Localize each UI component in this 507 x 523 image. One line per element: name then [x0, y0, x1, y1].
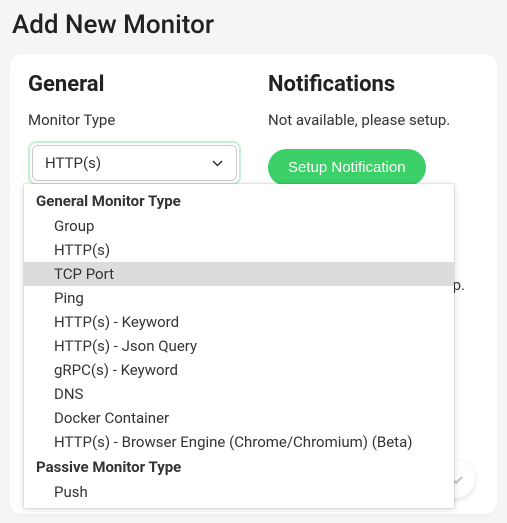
general-heading: General — [28, 72, 248, 97]
setup-notification-button[interactable]: Setup Notification — [268, 149, 426, 186]
page-title: Add New Monitor — [0, 0, 507, 54]
dropdown-option[interactable]: Push — [24, 480, 454, 504]
dropdown-option[interactable]: HTTP(s) - Json Query — [24, 334, 454, 358]
chevron-down-icon — [210, 156, 224, 170]
dropdown-option[interactable]: HTTP(s) — [24, 238, 454, 262]
notifications-status-text: Not available, please setup. — [268, 111, 479, 129]
dropdown-group-label: General Monitor Type — [24, 188, 454, 214]
monitor-form-card: General Monitor Type HTTP(s) Notificatio… — [10, 54, 497, 514]
dropdown-option[interactable]: DNS — [24, 382, 454, 406]
monitor-type-dropdown: General Monitor TypeGroupHTTP(s)TCP Port… — [24, 184, 454, 508]
monitor-type-selected-value: HTTP(s) — [45, 154, 101, 172]
dropdown-option[interactable]: gRPC(s) - Keyword — [24, 358, 454, 382]
monitor-type-select[interactable]: HTTP(s) — [28, 141, 241, 185]
obscured-text-fragment: p. — [453, 276, 465, 294]
dropdown-option[interactable]: Docker Container — [24, 406, 454, 430]
dropdown-option[interactable]: TCP Port — [24, 262, 454, 286]
monitor-type-label: Monitor Type — [28, 111, 248, 129]
notifications-heading: Notifications — [268, 72, 479, 97]
dropdown-option[interactable]: HTTP(s) - Keyword — [24, 310, 454, 334]
dropdown-group-label: Passive Monitor Type — [24, 454, 454, 480]
dropdown-option[interactable]: Group — [24, 214, 454, 238]
dropdown-option[interactable]: Ping — [24, 286, 454, 310]
dropdown-option[interactable]: HTTP(s) - Browser Engine (Chrome/Chromiu… — [24, 430, 454, 454]
